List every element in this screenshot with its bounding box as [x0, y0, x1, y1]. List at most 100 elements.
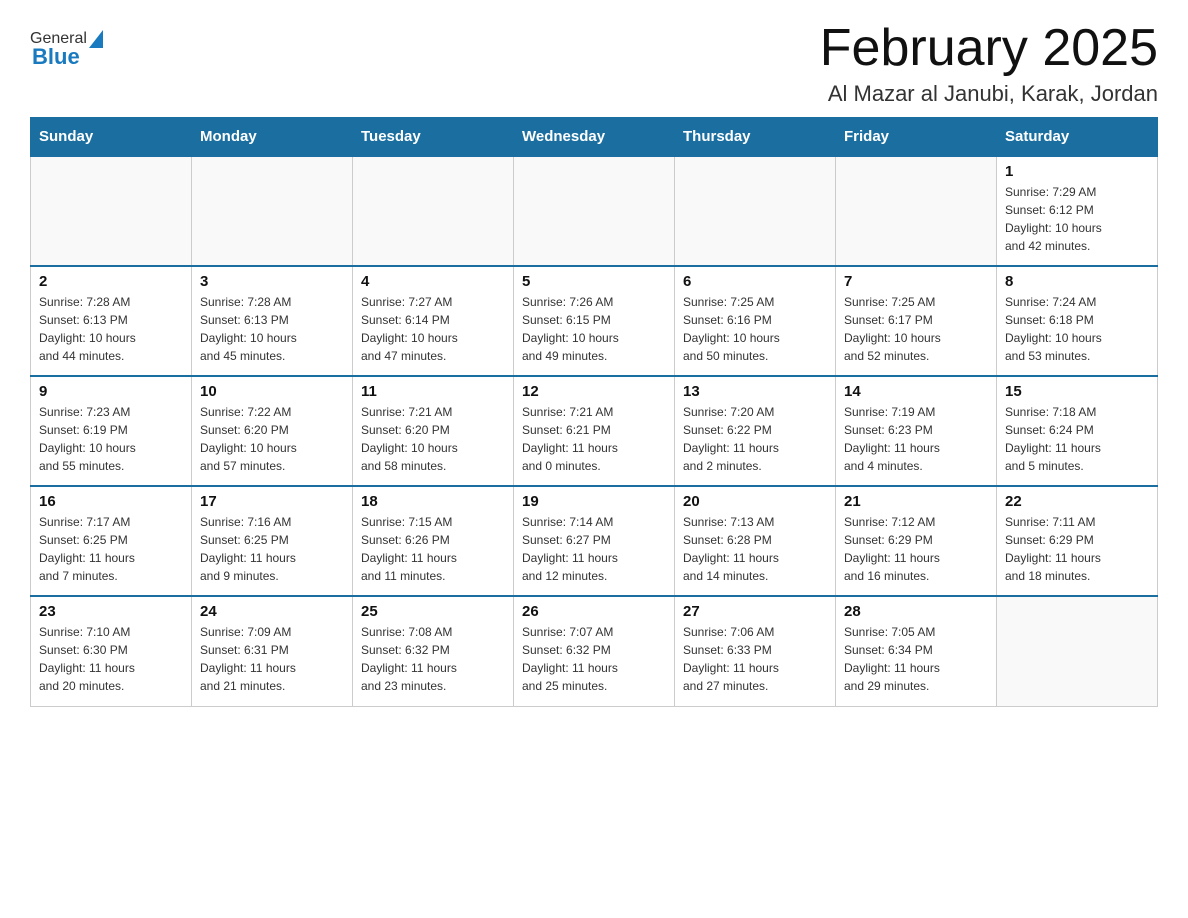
day-number: 13 [683, 383, 827, 400]
day-number: 17 [200, 493, 344, 510]
month-title: February 2025 [820, 20, 1158, 77]
day-info: Sunrise: 7:22 AMSunset: 6:20 PMDaylight:… [200, 403, 344, 475]
day-number: 20 [683, 493, 827, 510]
day-info: Sunrise: 7:21 AMSunset: 6:21 PMDaylight:… [522, 403, 666, 475]
day-info: Sunrise: 7:10 AMSunset: 6:30 PMDaylight:… [39, 623, 183, 695]
day-number: 11 [361, 383, 505, 400]
calendar-cell: 5 Sunrise: 7:26 AMSunset: 6:15 PMDaylight… [514, 266, 675, 376]
day-number: 21 [844, 493, 988, 510]
day-info: Sunrise: 7:12 AMSunset: 6:29 PMDaylight:… [844, 513, 988, 585]
day-info: Sunrise: 7:26 AMSunset: 6:15 PMDaylight:… [522, 293, 666, 365]
calendar-cell: 12 Sunrise: 7:21 AMSunset: 6:21 PMDayligh… [514, 376, 675, 486]
day-number: 19 [522, 493, 666, 510]
calendar-week-row: 23 Sunrise: 7:10 AMSunset: 6:30 PMDayligh… [31, 596, 1158, 706]
day-number: 5 [522, 273, 666, 290]
calendar-cell [836, 156, 997, 266]
calendar-week-row: 16 Sunrise: 7:17 AMSunset: 6:25 PMDayligh… [31, 486, 1158, 596]
calendar-cell: 4 Sunrise: 7:27 AMSunset: 6:14 PMDaylight… [353, 266, 514, 376]
calendar-cell [675, 156, 836, 266]
day-number: 3 [200, 273, 344, 290]
day-number: 16 [39, 493, 183, 510]
calendar-cell: 8 Sunrise: 7:24 AMSunset: 6:18 PMDaylight… [997, 266, 1158, 376]
calendar-week-row: 2Sunrise: 7:28 AMSunset: 6:13 PMDaylight… [31, 266, 1158, 376]
calendar-cell: 22 Sunrise: 7:11 AMSunset: 6:29 PMDayligh… [997, 486, 1158, 596]
page-header: General Blue February 2025 Al Mazar al J… [30, 20, 1158, 107]
calendar-cell: 26 Sunrise: 7:07 AMSunset: 6:32 PMDayligh… [514, 596, 675, 706]
title-section: February 2025 Al Mazar al Janubi, Karak,… [820, 20, 1158, 107]
day-info: Sunrise: 7:14 AMSunset: 6:27 PMDaylight:… [522, 513, 666, 585]
logo-triangle-icon [89, 30, 103, 48]
day-number: 24 [200, 603, 344, 620]
day-of-week-header: Tuesday [353, 118, 514, 157]
day-info: Sunrise: 7:18 AMSunset: 6:24 PMDaylight:… [1005, 403, 1149, 475]
day-info: Sunrise: 7:07 AMSunset: 6:32 PMDaylight:… [522, 623, 666, 695]
day-info: Sunrise: 7:11 AMSunset: 6:29 PMDaylight:… [1005, 513, 1149, 585]
calendar-cell: 19 Sunrise: 7:14 AMSunset: 6:27 PMDayligh… [514, 486, 675, 596]
calendar-cell: 14 Sunrise: 7:19 AMSunset: 6:23 PMDayligh… [836, 376, 997, 486]
day-info: Sunrise: 7:29 AMSunset: 6:12 PMDaylight:… [1005, 183, 1149, 255]
day-number: 8 [1005, 273, 1149, 290]
calendar-cell [514, 156, 675, 266]
day-number: 6 [683, 273, 827, 290]
calendar-cell: 2Sunrise: 7:28 AMSunset: 6:13 PMDaylight… [31, 266, 192, 376]
day-info: Sunrise: 7:28 AMSunset: 6:13 PMDaylight:… [39, 293, 183, 365]
calendar-cell [997, 596, 1158, 706]
calendar-cell: 7Sunrise: 7:25 AMSunset: 6:17 PMDaylight… [836, 266, 997, 376]
day-of-week-header: Wednesday [514, 118, 675, 157]
calendar-cell: 20 Sunrise: 7:13 AMSunset: 6:28 PMDayligh… [675, 486, 836, 596]
calendar-cell [353, 156, 514, 266]
day-info: Sunrise: 7:13 AMSunset: 6:28 PMDaylight:… [683, 513, 827, 585]
day-number: 15 [1005, 383, 1149, 400]
calendar-cell: 16 Sunrise: 7:17 AMSunset: 6:25 PMDayligh… [31, 486, 192, 596]
location-text: Al Mazar al Janubi, Karak, Jordan [820, 81, 1158, 107]
day-info: Sunrise: 7:27 AMSunset: 6:14 PMDaylight:… [361, 293, 505, 365]
logo: General Blue [30, 30, 105, 70]
day-info: Sunrise: 7:08 AMSunset: 6:32 PMDaylight:… [361, 623, 505, 695]
day-info: Sunrise: 7:24 AMSunset: 6:18 PMDaylight:… [1005, 293, 1149, 365]
calendar-cell: 1 Sunrise: 7:29 AMSunset: 6:12 PMDaylight… [997, 156, 1158, 266]
calendar-cell: 10 Sunrise: 7:22 AMSunset: 6:20 PMDayligh… [192, 376, 353, 486]
day-info: Sunrise: 7:06 AMSunset: 6:33 PMDaylight:… [683, 623, 827, 695]
day-info: Sunrise: 7:19 AMSunset: 6:23 PMDaylight:… [844, 403, 988, 475]
day-info: Sunrise: 7:28 AMSunset: 6:13 PMDaylight:… [200, 293, 344, 365]
calendar-cell: 11Sunrise: 7:21 AMSunset: 6:20 PMDayligh… [353, 376, 514, 486]
day-number: 14 [844, 383, 988, 400]
day-number: 26 [522, 603, 666, 620]
day-of-week-header: Monday [192, 118, 353, 157]
calendar-cell: 18Sunrise: 7:15 AMSunset: 6:26 PMDayligh… [353, 486, 514, 596]
day-number: 23 [39, 603, 183, 620]
day-number: 10 [200, 383, 344, 400]
calendar-cell: 3 Sunrise: 7:28 AMSunset: 6:13 PMDaylight… [192, 266, 353, 376]
calendar-cell: 23 Sunrise: 7:10 AMSunset: 6:30 PMDayligh… [31, 596, 192, 706]
calendar-cell: 27 Sunrise: 7:06 AMSunset: 6:33 PMDayligh… [675, 596, 836, 706]
calendar-week-row: 9Sunrise: 7:23 AMSunset: 6:19 PMDaylight… [31, 376, 1158, 486]
day-info: Sunrise: 7:23 AMSunset: 6:19 PMDaylight:… [39, 403, 183, 475]
calendar-cell: 9Sunrise: 7:23 AMSunset: 6:19 PMDaylight… [31, 376, 192, 486]
day-info: Sunrise: 7:09 AMSunset: 6:31 PMDaylight:… [200, 623, 344, 695]
day-of-week-header: Friday [836, 118, 997, 157]
calendar-cell: 25Sunrise: 7:08 AMSunset: 6:32 PMDayligh… [353, 596, 514, 706]
calendar-week-row: 1 Sunrise: 7:29 AMSunset: 6:12 PMDaylight… [31, 156, 1158, 266]
day-number: 1 [1005, 163, 1149, 180]
day-info: Sunrise: 7:20 AMSunset: 6:22 PMDaylight:… [683, 403, 827, 475]
day-number: 7 [844, 273, 988, 290]
calendar-cell [31, 156, 192, 266]
day-of-week-header: Sunday [31, 118, 192, 157]
day-number: 27 [683, 603, 827, 620]
day-of-week-header: Thursday [675, 118, 836, 157]
day-of-week-header: Saturday [997, 118, 1158, 157]
calendar-cell: 21 Sunrise: 7:12 AMSunset: 6:29 PMDayligh… [836, 486, 997, 596]
day-info: Sunrise: 7:17 AMSunset: 6:25 PMDaylight:… [39, 513, 183, 585]
day-number: 22 [1005, 493, 1149, 510]
day-info: Sunrise: 7:16 AMSunset: 6:25 PMDaylight:… [200, 513, 344, 585]
calendar-cell: 13 Sunrise: 7:20 AMSunset: 6:22 PMDayligh… [675, 376, 836, 486]
calendar-header-row: SundayMondayTuesdayWednesdayThursdayFrid… [31, 118, 1158, 157]
calendar-cell [192, 156, 353, 266]
calendar-table: SundayMondayTuesdayWednesdayThursdayFrid… [30, 117, 1158, 707]
day-info: Sunrise: 7:15 AMSunset: 6:26 PMDaylight:… [361, 513, 505, 585]
day-info: Sunrise: 7:05 AMSunset: 6:34 PMDaylight:… [844, 623, 988, 695]
day-number: 4 [361, 273, 505, 290]
day-info: Sunrise: 7:25 AMSunset: 6:16 PMDaylight:… [683, 293, 827, 365]
day-number: 12 [522, 383, 666, 400]
calendar-cell: 6 Sunrise: 7:25 AMSunset: 6:16 PMDaylight… [675, 266, 836, 376]
